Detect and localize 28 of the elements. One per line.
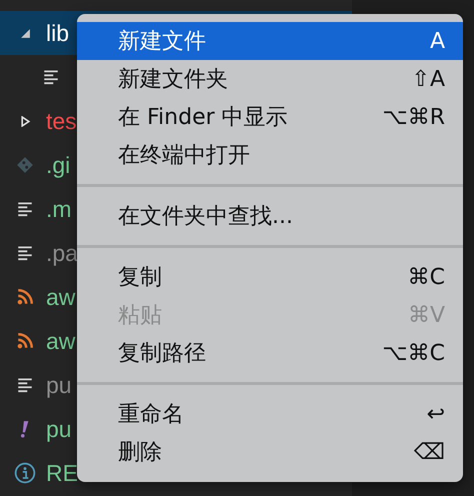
menu-label: 复制路径 — [118, 340, 206, 368]
file-name: RE — [46, 460, 78, 486]
shortcut-text: ⌘V — [408, 302, 445, 328]
menu-label: 粘贴 — [118, 302, 162, 330]
file-name: .m — [46, 196, 72, 222]
file-name: pu — [46, 372, 72, 398]
file-name: aw — [46, 328, 76, 354]
file-name: lib — [46, 20, 70, 46]
menu-label: 在 Finder 中显示 — [118, 104, 288, 132]
shortcut-text: ⌥⌘R — [382, 104, 445, 130]
menu-label: 删除 — [118, 439, 162, 467]
menu-label: 复制 — [118, 264, 162, 292]
menu-label: 在终端中打开 — [118, 142, 250, 170]
file-name: tes — [46, 108, 77, 134]
shortcut-text: ↩ — [426, 402, 445, 426]
shortcut-text: A — [430, 28, 445, 54]
shortcut-text: ⌥⌘C — [382, 340, 445, 366]
shortcut-text: ⌫ — [414, 440, 445, 464]
shortcut-text: ⇧A — [412, 66, 445, 92]
menu-label: 新建文件夹 — [118, 66, 228, 94]
menu-label: 重命名 — [118, 401, 184, 429]
file-name: pu — [46, 416, 72, 442]
file-name: aw — [46, 284, 76, 310]
shortcut-text: ⌘C — [408, 264, 445, 290]
menu-label: 新建文件 — [118, 28, 206, 56]
file-name: .pa — [46, 240, 78, 266]
file-name: .gi — [46, 152, 70, 178]
menu-label: 在文件夹中查找... — [118, 203, 293, 231]
